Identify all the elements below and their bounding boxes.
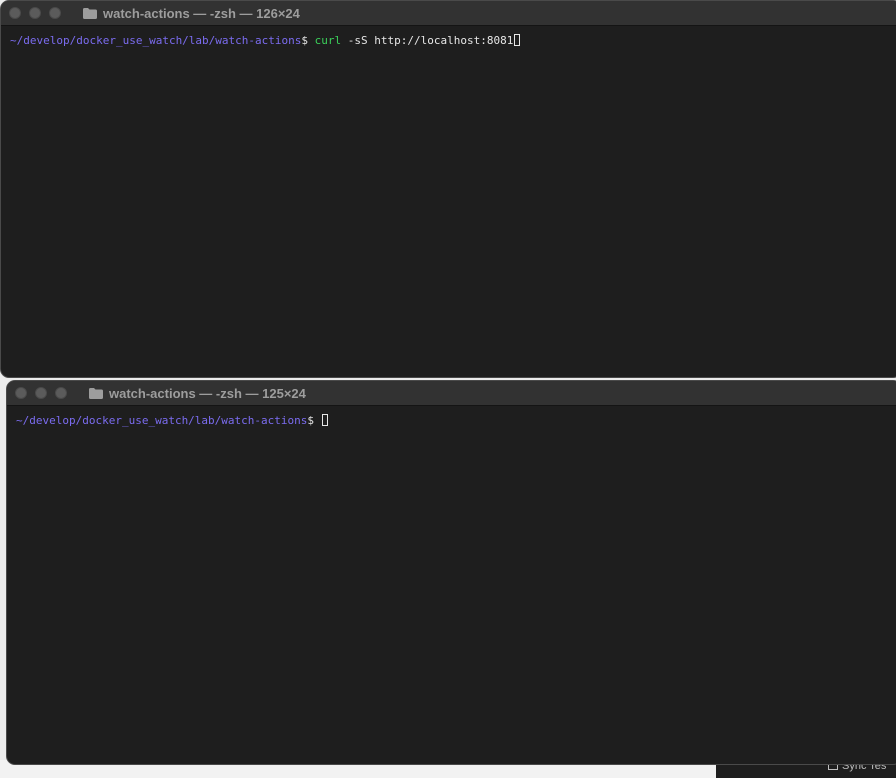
prompt-path: ~/develop/docker_use_watch/lab/watch-act…: [16, 414, 308, 427]
terminal-output[interactable]: ~/develop/docker_use_watch/lab/watch-act…: [1, 26, 896, 56]
zoom-button[interactable]: [49, 7, 61, 19]
terminal-window-bottom[interactable]: watch-actions — -zsh — 125×24 ~/develop/…: [6, 380, 896, 765]
prompt-path: ~/develop/docker_use_watch/lab/watch-act…: [10, 34, 302, 47]
text-cursor: [514, 34, 521, 46]
close-button[interactable]: [15, 387, 27, 399]
zoom-button[interactable]: [55, 387, 67, 399]
window-controls: [15, 381, 67, 405]
window-controls: [9, 1, 61, 25]
window-title: watch-actions — -zsh — 126×24: [83, 1, 300, 25]
text-cursor: [321, 414, 328, 426]
prompt-symbol: $: [307, 414, 315, 427]
folder-icon: [83, 7, 97, 19]
minimize-button[interactable]: [29, 7, 41, 19]
close-button[interactable]: [9, 7, 21, 19]
window-title-text: watch-actions — -zsh — 125×24: [109, 385, 306, 401]
prompt-symbol: $: [301, 34, 309, 47]
title-bar[interactable]: watch-actions — -zsh — 126×24: [1, 1, 896, 26]
minimize-button[interactable]: [35, 387, 47, 399]
title-bar[interactable]: watch-actions — -zsh — 125×24: [7, 381, 896, 406]
folder-icon: [89, 387, 103, 399]
command-arguments: -sS http://localhost:8081: [347, 34, 514, 47]
window-title-text: watch-actions — -zsh — 126×24: [103, 5, 300, 21]
terminal-output[interactable]: ~/develop/docker_use_watch/lab/watch-act…: [7, 406, 896, 436]
command-name: curl: [314, 34, 342, 47]
window-title: watch-actions — -zsh — 125×24: [89, 381, 306, 405]
terminal-window-top[interactable]: watch-actions — -zsh — 126×24 ~/develop/…: [0, 0, 896, 378]
